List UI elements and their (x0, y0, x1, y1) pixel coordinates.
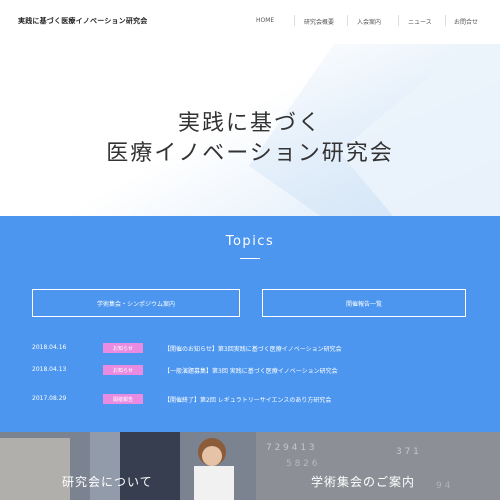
news-title[interactable]: 【一般演題募集】第3回 実践に基づく医療イノベーション研究会 (164, 366, 338, 375)
news-date: 2018.04.16 (32, 344, 67, 351)
nav-divider (347, 15, 348, 26)
news-item[interactable]: 2017.08.29 開催報告 【開催終了】第2回 レギュラトリーサイエンスのあ… (32, 393, 472, 407)
news-title[interactable]: 【開催のお知らせ】第3回実践に基づく医療イノベーション研究会 (164, 344, 342, 353)
news-item[interactable]: 2018.04.13 お知らせ 【一般演題募集】第3回 実践に基づく医療イノベー… (32, 364, 472, 378)
academic-meeting-panel[interactable]: 7 2 9 4 1 3 5 8 2 6 3 7 1 9 4 学術集会のご案内 (256, 432, 500, 500)
site-title[interactable]: 実践に基づく医療イノベーション研究会 (18, 16, 147, 26)
svg-text:9 4: 9 4 (436, 481, 451, 491)
title-underline (240, 258, 260, 259)
nav-divider (445, 15, 446, 26)
hero-banner: 実践に基づく 医療イノベーション研究会 (0, 44, 500, 216)
hero-heading-line2: 医療イノベーション研究会 (106, 141, 394, 166)
news-date: 2018.04.13 (32, 366, 67, 373)
main-nav: HOME 研究会概要 入会案内 ニュース お問合せ (232, 0, 500, 44)
reports-list-button[interactable]: 開催報告一覧 (262, 289, 466, 317)
nav-divider (294, 15, 295, 26)
academic-meeting-label[interactable]: 学術集会のご案内 (311, 473, 415, 490)
nav-news[interactable]: ニュース (408, 17, 432, 26)
nav-home[interactable]: HOME (256, 17, 274, 24)
about-panel[interactable]: 研究会について (0, 432, 256, 500)
news-date: 2017.08.29 (32, 395, 67, 402)
news-title[interactable]: 【開催終了】第2回 レギュラトリーサイエンスのあり方研究会 (164, 395, 331, 404)
symposium-info-button[interactable]: 学術集会・シンポジウム案内 (32, 289, 240, 317)
category-badge: お知らせ (103, 343, 143, 353)
site-header: 実践に基づく医療イノベーション研究会 HOME 研究会概要 入会案内 ニュース … (0, 0, 500, 44)
topics-section: Topics 学術集会・シンポジウム案内 開催報告一覧 2018.04.16 お… (0, 216, 500, 432)
about-label[interactable]: 研究会について (62, 473, 153, 490)
hero-heading-line1: 実践に基づく (177, 111, 322, 136)
svg-text:5 8 2 6: 5 8 2 6 (286, 459, 318, 469)
category-badge: 開催報告 (103, 394, 143, 404)
svg-text:7 2 9 4 1 3: 7 2 9 4 1 3 (266, 443, 315, 453)
news-item[interactable]: 2018.04.16 お知らせ 【開催のお知らせ】第3回実践に基づく医療イノベー… (32, 342, 472, 356)
nav-join[interactable]: 入会案内 (357, 17, 381, 26)
category-badge: お知らせ (103, 365, 143, 375)
svg-text:3 7 1: 3 7 1 (396, 447, 419, 457)
nav-contact[interactable]: お問合せ (454, 17, 478, 26)
nav-about[interactable]: 研究会概要 (304, 17, 334, 26)
nav-divider (398, 15, 399, 26)
topics-title: Topics (225, 234, 275, 249)
